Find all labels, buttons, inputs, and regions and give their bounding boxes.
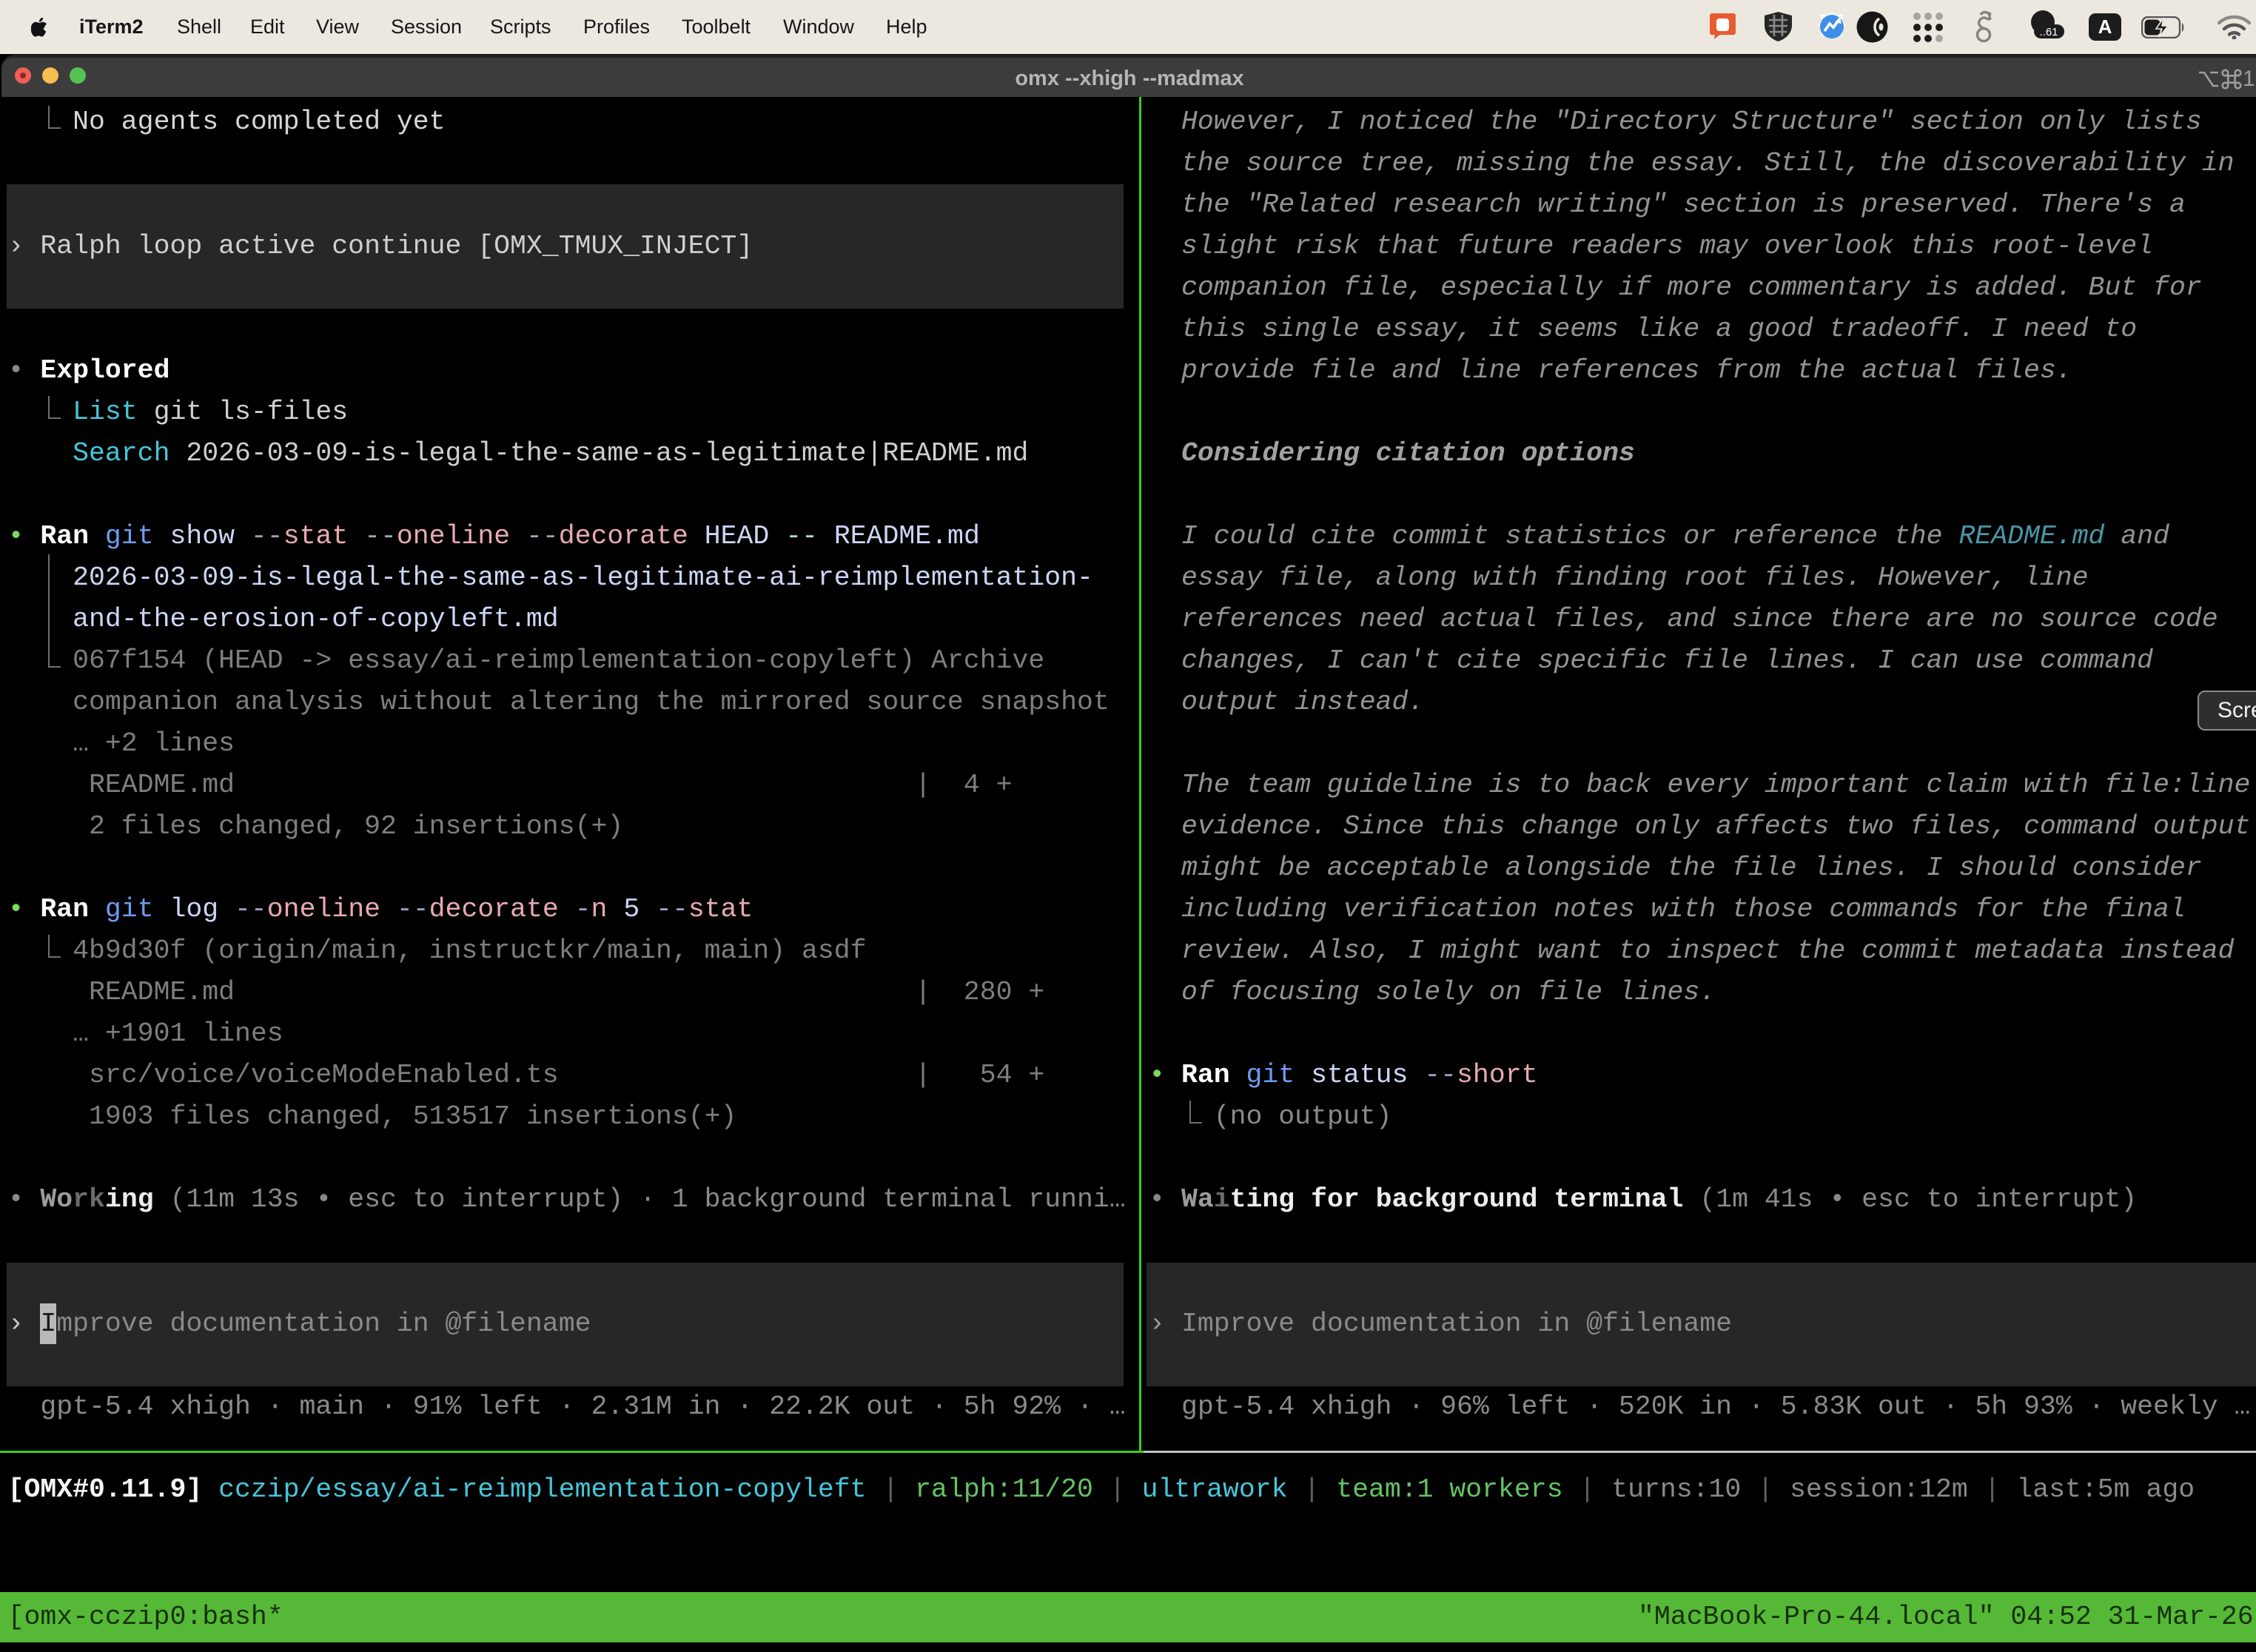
svg-text:..61: ..61 [2039, 26, 2058, 38]
